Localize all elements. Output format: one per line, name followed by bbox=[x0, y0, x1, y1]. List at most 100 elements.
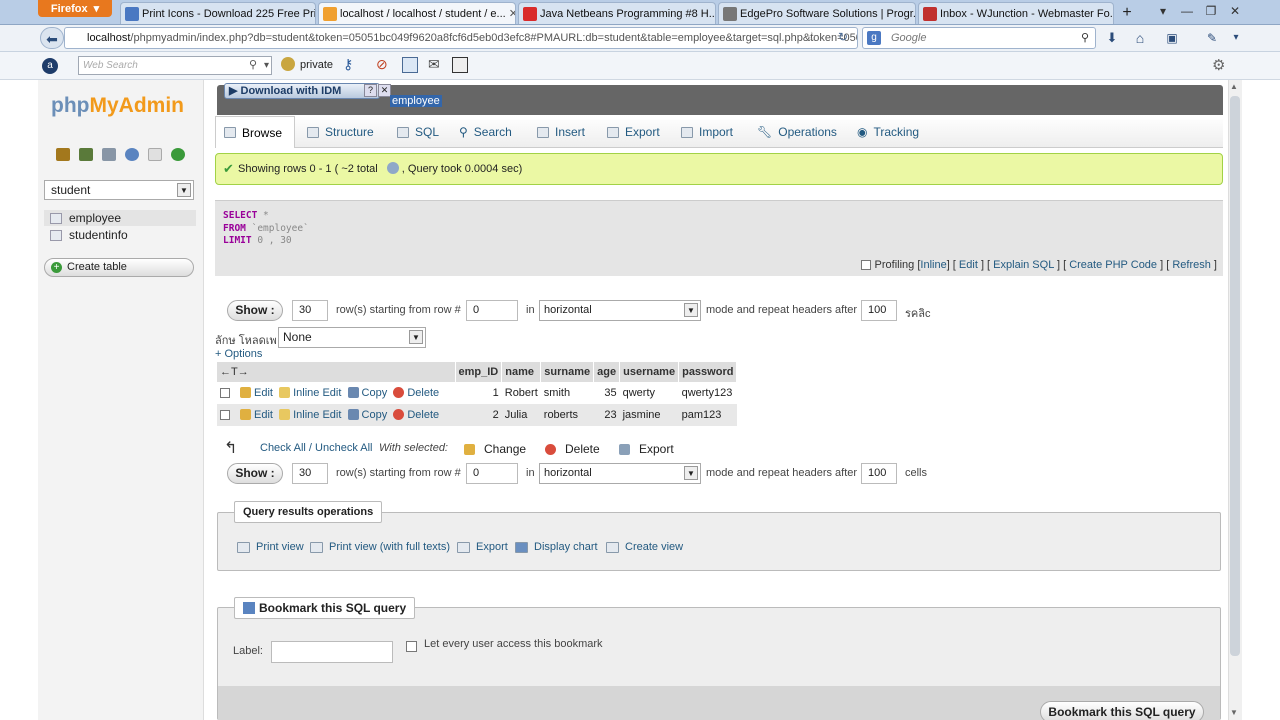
scrollbar-thumb[interactable] bbox=[1230, 96, 1240, 656]
search-icon[interactable]: ⚲ bbox=[1081, 28, 1089, 48]
database-select[interactable]: student ▼ bbox=[44, 180, 194, 200]
info-icon[interactable] bbox=[386, 162, 399, 174]
minimize-icon[interactable]: — bbox=[1176, 2, 1198, 20]
bookmark-submit-button[interactable]: Bookmark this SQL query bbox=[1040, 701, 1204, 720]
logout-icon[interactable] bbox=[79, 148, 93, 161]
restore-icon[interactable]: ❐ bbox=[1200, 2, 1222, 20]
column-arrows[interactable]: ←T→ bbox=[217, 362, 456, 382]
print-view-full-link[interactable]: Print view (with full texts) bbox=[310, 541, 450, 553]
scroll-up-icon[interactable]: ▲ bbox=[1230, 82, 1238, 91]
close-icon[interactable]: ✕ bbox=[506, 7, 515, 20]
copy-link[interactable]: Copy bbox=[347, 387, 387, 399]
show-button[interactable]: Show : bbox=[227, 463, 283, 484]
tab-operations[interactable]: 🔧︎ Operations bbox=[749, 116, 845, 148]
column-header[interactable]: name bbox=[501, 362, 542, 382]
phpmyadmin-logo[interactable]: phpMyAdmin bbox=[51, 94, 184, 118]
profiling-checkbox[interactable] bbox=[861, 260, 872, 271]
private-label[interactable]: private bbox=[300, 59, 333, 71]
tools-icon[interactable]: ✎ bbox=[1200, 27, 1224, 49]
tab-import[interactable]: Import bbox=[673, 116, 741, 148]
row-checkbox[interactable] bbox=[220, 388, 230, 399]
chevron-down-icon[interactable]: ▾ bbox=[264, 57, 269, 74]
create-view-link[interactable]: Create view bbox=[606, 541, 683, 553]
back-icon[interactable]: ⬅ bbox=[40, 27, 64, 49]
scroll-down-icon[interactable]: ▼ bbox=[1230, 708, 1238, 717]
sidebar-item-studentinfo[interactable]: studentinfo bbox=[50, 227, 128, 243]
every-user-checkbox[interactable] bbox=[406, 639, 417, 653]
edit-link[interactable]: Edit bbox=[240, 387, 273, 399]
tab-list-icon[interactable]: ▾ bbox=[1152, 2, 1174, 20]
inline-edit-link[interactable]: Inline Edit bbox=[279, 387, 341, 399]
tab-browse[interactable]: Browse bbox=[215, 116, 295, 148]
print-view-link[interactable]: Print view bbox=[237, 541, 304, 553]
tab-export[interactable]: Export bbox=[599, 116, 668, 148]
mail-icon[interactable]: ✉ bbox=[428, 56, 440, 73]
start-row-input[interactable]: 0 bbox=[466, 463, 518, 484]
repeat-headers-input[interactable]: 100 bbox=[861, 463, 897, 484]
download-icon[interactable]: ⬇ bbox=[1100, 27, 1124, 49]
inline-link[interactable]: Inline bbox=[920, 259, 946, 271]
document-icon[interactable] bbox=[402, 57, 418, 73]
check-all-link[interactable]: Check All / Uncheck All bbox=[260, 442, 373, 454]
cancel-icon[interactable]: ⊘ bbox=[376, 56, 388, 73]
refresh-link[interactable]: Refresh bbox=[1172, 259, 1211, 271]
home-icon[interactable] bbox=[56, 148, 70, 161]
browser-tab[interactable]: Print Icons - Download 225 Free Pri...✕ bbox=[120, 2, 316, 24]
reload-icon[interactable]: ↻ bbox=[838, 30, 848, 44]
web-search-input[interactable]: Web Search ⚲ ▾ bbox=[78, 56, 272, 75]
sql-query-text[interactable]: SELECT * FROM `employee` LIMIT 0 , 30 bbox=[223, 210, 309, 248]
create-table-button[interactable]: + Create table bbox=[44, 258, 194, 277]
bookmark-star-icon[interactable]: ☆ bbox=[806, 29, 818, 45]
bulk-delete-button[interactable]: Delete bbox=[545, 442, 600, 456]
help-icon[interactable] bbox=[125, 148, 139, 161]
help-icon[interactable]: ? bbox=[364, 84, 377, 97]
column-header[interactable]: age bbox=[593, 362, 621, 382]
tab-structure[interactable]: Structure bbox=[299, 116, 382, 148]
browser-tab[interactable]: Inbox - WJunction - Webmaster Fo...✕ bbox=[918, 2, 1114, 24]
options-link[interactable]: + Options bbox=[215, 348, 262, 360]
tab-tracking[interactable]: ◉ Tracking bbox=[849, 116, 927, 148]
display-mode-select[interactable]: horizontal ▼ bbox=[539, 463, 701, 484]
search-icon[interactable]: ⚲ bbox=[249, 57, 257, 74]
bulk-export-button[interactable]: Export bbox=[619, 442, 674, 456]
breadcrumb-table[interactable]: employee bbox=[390, 95, 442, 107]
reload-icon[interactable] bbox=[171, 148, 185, 161]
sort-by-key-select[interactable]: None ▼ bbox=[278, 327, 426, 348]
browser-tab[interactable]: Java Netbeans Programming #8 H...✕ bbox=[518, 2, 716, 24]
display-mode-select[interactable]: horizontal ▼ bbox=[539, 300, 701, 321]
docs-icon[interactable] bbox=[148, 148, 162, 161]
change-button[interactable]: Change bbox=[464, 442, 526, 456]
new-tab-button[interactable]: + bbox=[1116, 3, 1138, 23]
delete-link[interactable]: Delete bbox=[393, 387, 439, 399]
gear-icon[interactable]: ⚙ bbox=[1212, 56, 1225, 74]
browser-tab[interactable]: EdgePro Software Solutions | Progr...✕ bbox=[718, 2, 916, 24]
query-window-icon[interactable] bbox=[102, 148, 116, 161]
tab-search[interactable]: ⚲ Search bbox=[451, 116, 520, 148]
show-button[interactable]: Show : bbox=[227, 300, 283, 321]
key-icon[interactable]: ⚷ bbox=[343, 56, 353, 73]
edit-link[interactable]: Edit bbox=[240, 409, 273, 421]
addon-logo-icon[interactable]: a bbox=[42, 58, 58, 74]
print-icon[interactable] bbox=[452, 57, 468, 73]
row-checkbox[interactable] bbox=[220, 410, 230, 421]
column-header[interactable]: emp_ID bbox=[455, 362, 503, 382]
column-header[interactable]: surname bbox=[540, 362, 595, 382]
browser-tab-active[interactable]: localhost / localhost / student / e...✕ bbox=[318, 2, 516, 24]
addons-icon[interactable]: ▣ bbox=[1160, 27, 1184, 49]
tab-insert[interactable]: Insert bbox=[529, 116, 593, 148]
download-with-idm-button[interactable]: ▶ Download with IDM bbox=[224, 83, 380, 99]
search-engine-input[interactable]: g Google ⚲ bbox=[862, 27, 1096, 49]
start-row-input[interactable]: 0 bbox=[466, 300, 518, 321]
sidebar-item-employee[interactable]: employee bbox=[44, 210, 196, 226]
copy-link[interactable]: Copy bbox=[347, 409, 387, 421]
bookmark-label-input[interactable] bbox=[271, 641, 393, 663]
rows-count-input[interactable]: 30 bbox=[292, 463, 328, 484]
edit-link[interactable]: Edit bbox=[959, 259, 978, 271]
window-close-icon[interactable]: ✕ bbox=[1224, 2, 1246, 20]
create-php-code-link[interactable]: Create PHP Code bbox=[1069, 259, 1157, 271]
home-icon[interactable]: ⌂ bbox=[1128, 27, 1152, 49]
column-header[interactable]: username bbox=[619, 362, 680, 382]
rows-count-input[interactable]: 30 bbox=[292, 300, 328, 321]
tab-sql[interactable]: SQL bbox=[389, 116, 447, 148]
export-link[interactable]: Export bbox=[457, 541, 508, 553]
